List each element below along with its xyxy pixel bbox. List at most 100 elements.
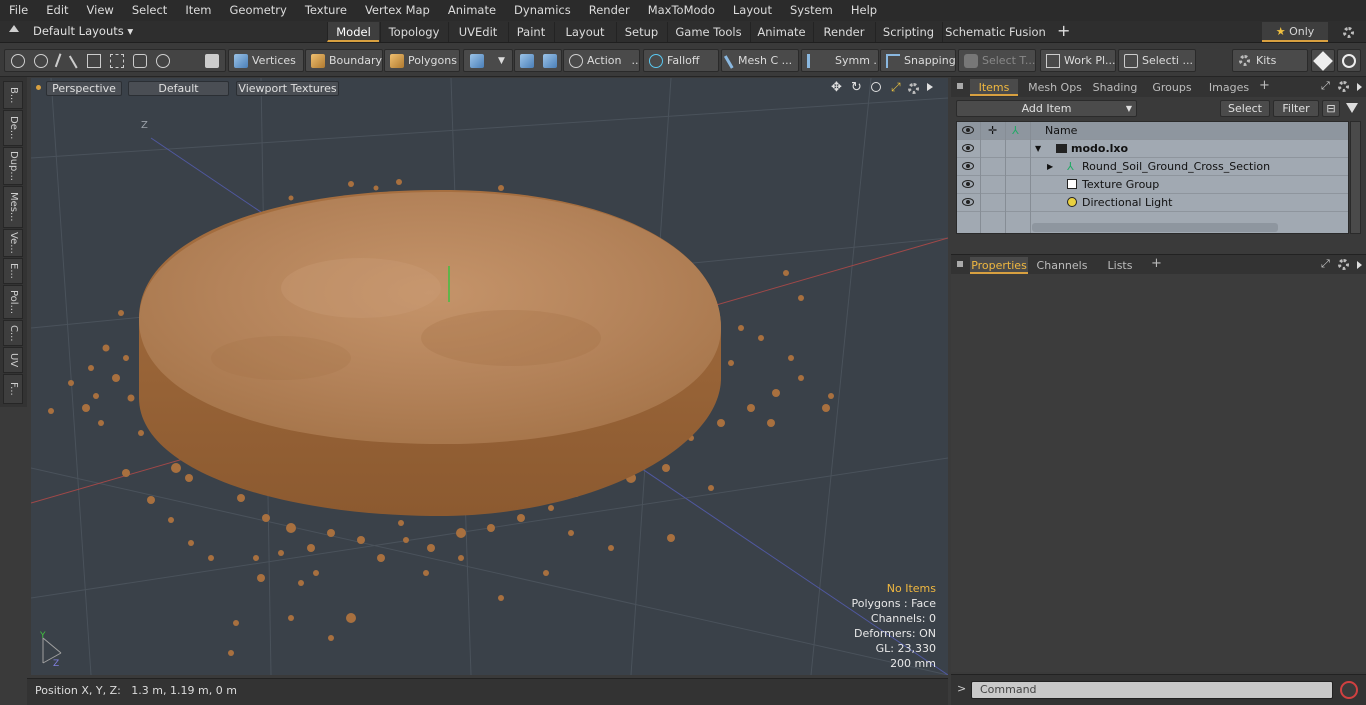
visibility-eye-icon[interactable] bbox=[962, 144, 974, 154]
collapse-button[interactable]: ⊟ bbox=[1322, 100, 1340, 117]
boundary-button[interactable]: Boundary bbox=[305, 49, 383, 72]
globe-icon[interactable] bbox=[34, 53, 48, 68]
work-plane-button[interactable]: Work Pl... bbox=[1040, 49, 1116, 72]
left-tab-fusion[interactable]: F... bbox=[3, 374, 23, 404]
add-item-button[interactable]: Add Item ▼ bbox=[956, 100, 1137, 117]
viewport-expand-arrow-icon[interactable] bbox=[927, 83, 933, 91]
panel-arrow-icon[interactable] bbox=[1357, 83, 1362, 91]
filter-button[interactable]: Filter bbox=[1273, 100, 1319, 117]
menu-texture[interactable]: Texture bbox=[296, 0, 356, 21]
add-tab-icon[interactable]: + bbox=[1057, 21, 1070, 40]
shield-sym-icon[interactable] bbox=[543, 53, 557, 68]
left-tab-duplicate[interactable]: Dup... bbox=[3, 147, 23, 185]
menu-select[interactable]: Select bbox=[123, 0, 176, 21]
soil-disc-model[interactable] bbox=[139, 189, 721, 517]
menu-render[interactable]: Render bbox=[580, 0, 639, 21]
unity-button[interactable] bbox=[1311, 49, 1335, 72]
menu-vertex-map[interactable]: Vertex Map bbox=[356, 0, 439, 21]
left-tab-vertex[interactable]: Ve... bbox=[3, 229, 23, 257]
expand-right-icon[interactable]: ▶ bbox=[1047, 158, 1053, 175]
add-panel-tab-icon[interactable]: + bbox=[1259, 78, 1270, 93]
transform-icon[interactable] bbox=[133, 53, 147, 68]
brush-icon[interactable] bbox=[68, 52, 82, 69]
visibility-eye-icon[interactable] bbox=[962, 162, 974, 172]
item-list[interactable]: ✛ ⅄ Name ▼ modo.lxo ▶ ⅄ Round_Soil_Groun… bbox=[956, 121, 1349, 234]
menu-animate[interactable]: Animate bbox=[439, 0, 505, 21]
tab-model[interactable]: Model bbox=[327, 22, 379, 42]
menu-file[interactable]: File bbox=[0, 0, 37, 21]
left-tab-basic[interactable]: B... bbox=[3, 81, 23, 109]
visibility-eye-icon[interactable] bbox=[962, 198, 974, 208]
select-button[interactable]: Select bbox=[1220, 100, 1270, 117]
tree-vertical-scrollbar[interactable] bbox=[1350, 121, 1361, 234]
tab-lists[interactable]: Lists bbox=[1096, 257, 1144, 274]
left-tab-edge[interactable]: E... bbox=[3, 258, 23, 284]
tab-shading[interactable]: Shading bbox=[1089, 79, 1141, 96]
expand-down-icon[interactable]: ▼ bbox=[1035, 140, 1041, 157]
mesh-constraint-button[interactable]: Mesh C ... bbox=[721, 49, 799, 72]
properties-maximize-icon[interactable]: ⤢ bbox=[1321, 257, 1330, 271]
falloff-button[interactable]: Falloff bbox=[643, 49, 719, 72]
tab-properties[interactable]: Properties bbox=[970, 257, 1028, 274]
shading-mode-button[interactable]: Default bbox=[128, 81, 229, 96]
left-tab-curve[interactable]: C... bbox=[3, 320, 23, 346]
left-tab-deform[interactable]: De... bbox=[3, 110, 23, 146]
viewport-gear-icon[interactable] bbox=[908, 83, 919, 94]
tree-horizontal-scrollbar[interactable] bbox=[1032, 223, 1278, 232]
kits-button[interactable]: Kits bbox=[1232, 49, 1308, 72]
orbit-icon[interactable]: ↻ bbox=[851, 80, 862, 95]
tab-mesh-ops[interactable]: Mesh Ops bbox=[1023, 79, 1087, 96]
tab-game-tools[interactable]: Game Tools bbox=[667, 22, 749, 42]
move-handle-icon[interactable] bbox=[110, 53, 124, 68]
snapping-button[interactable]: Snapping bbox=[880, 49, 956, 72]
rotate-icon[interactable] bbox=[156, 53, 170, 68]
menu-system[interactable]: System bbox=[781, 0, 842, 21]
polygons-button[interactable]: Polygons bbox=[384, 49, 460, 72]
panel-maximize-icon[interactable]: ⤢ bbox=[1321, 79, 1330, 93]
record-macro-icon[interactable] bbox=[1340, 681, 1358, 699]
material-mode-button[interactable]: ▼ bbox=[463, 49, 513, 72]
circle-select-icon[interactable] bbox=[11, 53, 25, 68]
left-tab-polygon[interactable]: Pol... bbox=[3, 285, 23, 319]
maximize-icon[interactable]: ⤢ bbox=[891, 80, 901, 95]
3d-viewport[interactable]: Y Z Z Perspective Default Viewport Textu… bbox=[31, 78, 948, 675]
menu-help[interactable]: Help bbox=[842, 0, 886, 21]
tab-groups[interactable]: Groups bbox=[1146, 79, 1198, 96]
layout-selector[interactable]: Default Layouts ▾ bbox=[33, 24, 133, 38]
properties-gear-icon[interactable] bbox=[1338, 259, 1349, 270]
only-toggle[interactable]: ★ Only bbox=[1262, 22, 1328, 42]
filter-funnel-icon[interactable] bbox=[1346, 103, 1358, 113]
menu-geometry[interactable]: Geometry bbox=[221, 0, 296, 21]
tab-images[interactable]: Images bbox=[1203, 79, 1255, 96]
viewport-menu-dot-icon[interactable] bbox=[36, 85, 41, 90]
pan-icon[interactable]: ✥ bbox=[831, 80, 842, 95]
tab-schematic-fusion[interactable]: Schematic Fusion bbox=[942, 22, 1048, 42]
element-select-icon[interactable] bbox=[87, 53, 101, 68]
properties-arrow-icon[interactable] bbox=[1357, 261, 1362, 269]
tab-items[interactable]: Items bbox=[970, 79, 1018, 96]
add-properties-tab-icon[interactable]: + bbox=[1151, 256, 1162, 271]
zoom-icon[interactable] bbox=[871, 82, 881, 92]
tab-channels[interactable]: Channels bbox=[1034, 257, 1090, 274]
shield-snap-icon[interactable] bbox=[520, 53, 534, 68]
tab-setup[interactable]: Setup bbox=[616, 22, 666, 42]
tab-render[interactable]: Render bbox=[813, 22, 874, 42]
menu-dynamics[interactable]: Dynamics bbox=[505, 0, 580, 21]
viewport-scene[interactable]: Y Z Z bbox=[31, 78, 948, 675]
item-mode-button[interactable] bbox=[200, 49, 226, 72]
menu-item[interactable]: Item bbox=[176, 0, 220, 21]
panel-gear-icon[interactable] bbox=[1338, 81, 1349, 92]
symmetry-button[interactable]: Symm ... bbox=[801, 49, 879, 72]
menu-view[interactable]: View bbox=[78, 0, 123, 21]
unreal-button[interactable] bbox=[1337, 49, 1361, 72]
tab-animate[interactable]: Animate bbox=[750, 22, 812, 42]
menu-maxtomodo[interactable]: MaxToModo bbox=[639, 0, 724, 21]
tab-topology[interactable]: Topology bbox=[380, 22, 447, 42]
command-input[interactable]: Command bbox=[971, 681, 1333, 699]
vertices-button[interactable]: Vertices bbox=[228, 49, 304, 72]
tab-uvedit[interactable]: UVEdit bbox=[448, 22, 507, 42]
tab-layout[interactable]: Layout bbox=[554, 22, 615, 42]
select-through-button[interactable]: Select T... bbox=[958, 49, 1036, 72]
panel-menu-icon[interactable] bbox=[957, 83, 963, 89]
name-column-header[interactable]: Name bbox=[1045, 122, 1077, 139]
